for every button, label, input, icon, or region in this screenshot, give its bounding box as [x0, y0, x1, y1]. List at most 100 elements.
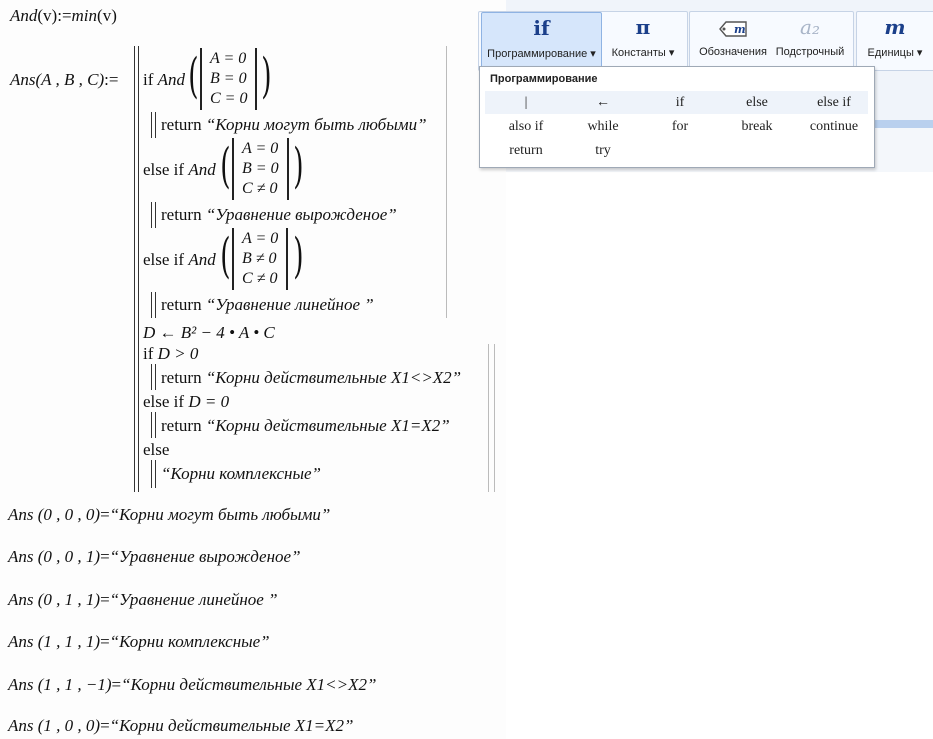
- result-4[interactable]: Ans (1 , 1 , 1)=“Корни комплексные”: [8, 632, 270, 652]
- matrix-row: C ≠ 0: [242, 180, 278, 197]
- svg-text:m: m: [734, 23, 746, 36]
- ans-definition-head[interactable]: Ans(A , B , C):=: [10, 70, 118, 90]
- op-continue[interactable]: continue: [796, 119, 872, 135]
- op-also-if[interactable]: also if: [488, 119, 564, 135]
- function-body-arg: (v): [97, 6, 117, 25]
- branch-1-return[interactable]: return “Корни действительные X1<>X2”: [161, 368, 461, 388]
- return-string: “Корни действительные X1<>X2”: [205, 368, 462, 387]
- subscript-icon: a₂: [800, 15, 820, 39]
- result-5[interactable]: Ans (1 , 1 , −1)=“Корни действительные X…: [8, 675, 376, 695]
- condition-3-keyword: else if And: [143, 250, 216, 269]
- condition-2-return[interactable]: return “Уравнение вырожденое”: [161, 205, 397, 225]
- pi-icon: π: [635, 15, 651, 39]
- constants-button[interactable]: π Константы ▾: [604, 12, 682, 66]
- op-return[interactable]: return: [488, 143, 564, 159]
- return-bar: [151, 292, 152, 318]
- assign-operator: :=: [104, 70, 119, 89]
- return-bar-2: [155, 412, 156, 438]
- subscript-button[interactable]: a₂ Подстрочный: [772, 12, 848, 66]
- op-else-if[interactable]: else if: [796, 95, 872, 111]
- paren-right: ): [261, 48, 272, 104]
- function-args: (A , B , C): [35, 70, 105, 89]
- return-bar: [151, 112, 152, 138]
- return-string: “Корни действительные X1=X2”: [205, 416, 450, 435]
- op-for[interactable]: for: [642, 119, 718, 135]
- subscript-label: Подстрочный: [775, 46, 845, 58]
- programming-button[interactable]: if Программирование ▾: [481, 12, 602, 68]
- matrix-row: A = 0: [242, 140, 279, 157]
- op-try[interactable]: try: [565, 143, 641, 159]
- op-else[interactable]: else: [719, 95, 795, 111]
- return-keyword: return: [161, 295, 202, 314]
- return-bar: [151, 460, 152, 488]
- paren-left: (: [188, 48, 199, 104]
- op-assign-arrow[interactable]: ←: [565, 95, 641, 111]
- matrix-row: B ≠ 0: [242, 250, 277, 267]
- return-keyword: return: [161, 368, 202, 387]
- return-bar: [151, 364, 152, 390]
- return-bar-2: [155, 460, 156, 488]
- notations-button[interactable]: m Обозначения: [694, 12, 772, 66]
- result-6[interactable]: Ans (1 , 0 , 0)=“Корни действительные X1…: [8, 716, 354, 736]
- branch-2-return[interactable]: return “Корни действительные X1=X2”: [161, 416, 450, 436]
- programming-label: Программирование ▾: [487, 48, 596, 60]
- return-string: “Корни могут быть любыми”: [205, 115, 427, 134]
- return-keyword: return: [161, 416, 202, 435]
- op-break[interactable]: break: [719, 119, 795, 135]
- return-keyword: return: [161, 115, 202, 134]
- units-icon: m: [884, 15, 906, 39]
- function-arg: (v): [37, 6, 58, 25]
- condition-1-matrix[interactable]: A = 0 B = 0 C = 0: [200, 48, 258, 110]
- condition-3-return[interactable]: return “Уравнение линейное ”: [161, 295, 374, 315]
- worksheet[interactable]: And(v):=min(v) Ans(A , B , C):= if And (…: [0, 0, 506, 739]
- branch-3-return[interactable]: “Корни комплексные”: [161, 464, 321, 484]
- matrix-row: A = 0: [210, 50, 247, 67]
- return-bar-2: [155, 292, 156, 318]
- op-local-definition[interactable]: |: [488, 95, 564, 111]
- paren-left: (: [220, 228, 231, 284]
- dropdown-title: Программирование: [490, 73, 598, 85]
- label-tag-icon: m: [694, 12, 772, 42]
- program-bar-outer-2: [138, 46, 139, 492]
- result-3[interactable]: Ans (0 , 1 , 1)=“Уравнение линейное ”: [8, 590, 278, 610]
- assign-operator: :=: [57, 6, 72, 25]
- if-icon: if: [533, 16, 550, 40]
- branch-3-else[interactable]: else: [143, 440, 169, 460]
- branch-2-condition[interactable]: else if D = 0: [143, 392, 229, 412]
- return-string: “Уравнение линейное ”: [205, 295, 374, 314]
- program-bar-outer: [134, 46, 135, 492]
- programming-dropdown: Программирование | ← if else else if als…: [479, 66, 875, 168]
- constants-label: Константы ▾: [611, 47, 675, 59]
- condition-3-matrix[interactable]: A = 0 B ≠ 0 C ≠ 0: [232, 228, 289, 290]
- result-1[interactable]: Ans (0 , 0 , 0)=“Корни могут быть любыми…: [8, 505, 330, 525]
- block-right-bar-3: [494, 344, 495, 492]
- return-bar-2: [155, 112, 156, 138]
- matrix-row: B = 0: [242, 160, 279, 177]
- paren-left: (: [220, 138, 231, 194]
- function-name: Ans: [10, 70, 36, 89]
- function-body: min: [71, 6, 98, 25]
- and-definition[interactable]: And(v):=min(v): [10, 6, 117, 26]
- branch-1-condition[interactable]: if D > 0: [143, 344, 198, 364]
- function-name: And: [10, 6, 38, 25]
- return-bar: [151, 412, 152, 438]
- paren-right: ): [293, 228, 304, 284]
- matrix-row: C ≠ 0: [242, 270, 278, 287]
- op-if[interactable]: if: [642, 95, 718, 111]
- units-label: Единицы ▾: [867, 47, 923, 59]
- return-bar: [151, 202, 152, 228]
- matrix-row: B = 0: [210, 70, 247, 87]
- op-while[interactable]: while: [565, 119, 641, 135]
- paren-right: ): [293, 138, 304, 194]
- units-button[interactable]: m Единицы ▾: [860, 12, 930, 66]
- discriminant-assignment[interactable]: D ← B² − 4 • A • C: [143, 323, 275, 343]
- condition-1-keyword: if And: [143, 70, 186, 89]
- condition-2-matrix[interactable]: A = 0 B = 0 C ≠ 0: [232, 138, 289, 200]
- return-string: “Уравнение вырожденое”: [205, 205, 397, 224]
- result-2[interactable]: Ans (0 , 0 , 1)=“Уравнение вырожденое”: [8, 547, 301, 567]
- return-keyword: return: [161, 205, 202, 224]
- block-right-bar: [446, 46, 447, 318]
- notations-label: Обозначения: [699, 46, 767, 58]
- condition-1-return[interactable]: return “Корни могут быть любыми”: [161, 115, 427, 135]
- matrix-row: A = 0: [242, 230, 279, 247]
